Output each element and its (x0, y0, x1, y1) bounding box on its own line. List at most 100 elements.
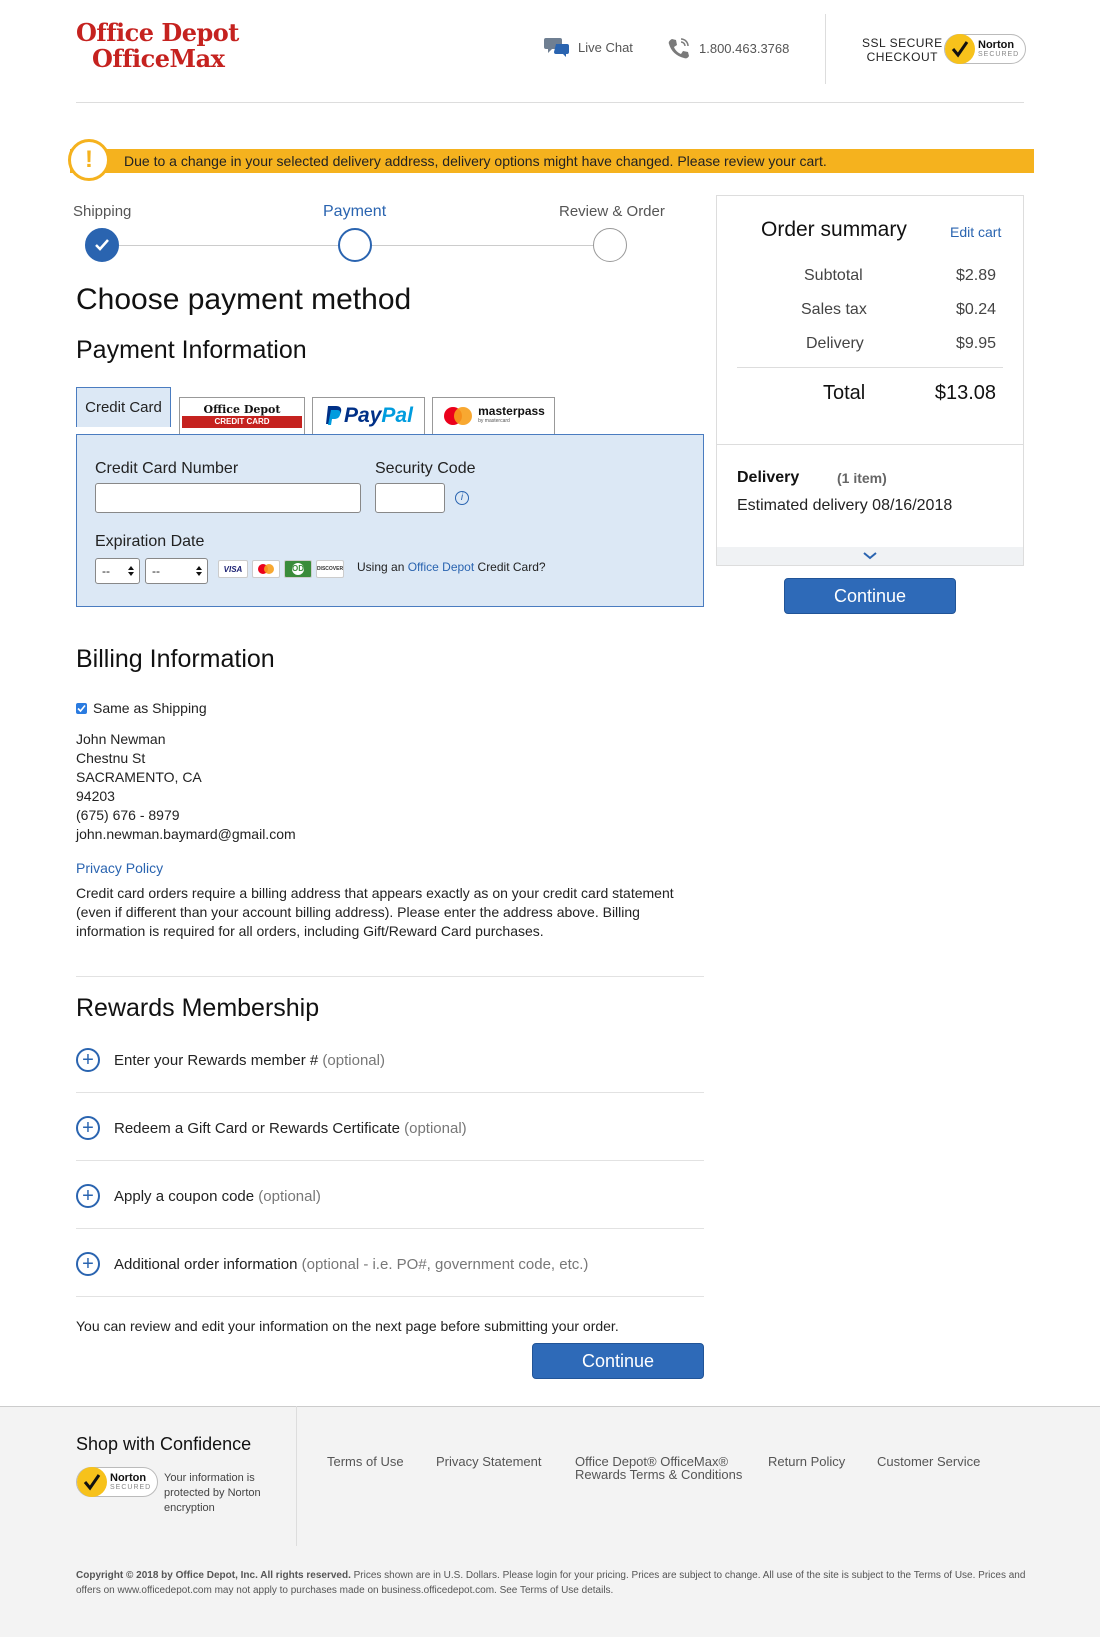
continue-button-top[interactable]: Continue (784, 578, 956, 614)
step-review-label: Review & Order (559, 203, 665, 220)
row-divider (76, 1296, 704, 1297)
same-as-shipping-checkbox[interactable] (76, 702, 87, 714)
review-note: You can review and edit your information… (76, 1318, 619, 1334)
subtotal-label: Subtotal (804, 267, 863, 284)
row-divider (76, 1228, 704, 1229)
od-card-link[interactable]: Office Depot (408, 560, 474, 574)
delivery-item-count: (1 item) (837, 470, 887, 486)
security-code-info-icon[interactable]: i (455, 491, 469, 505)
footer-customer-service-link[interactable]: Customer Service (877, 1455, 980, 1468)
od-card-strip: CREDIT CARD (182, 416, 302, 428)
footer-return-policy-link[interactable]: Return Policy (768, 1455, 845, 1468)
select-arrows-icon (128, 566, 134, 576)
summary-expand[interactable] (717, 547, 1023, 565)
phone-link[interactable]: 1.800.463.3768 (667, 36, 789, 60)
expiration-label: Expiration Date (95, 533, 205, 550)
rewards-divider (76, 976, 704, 977)
card-number-input[interactable] (95, 483, 361, 513)
mastercard-icon (444, 407, 473, 425)
masterpass-text: masterpass (478, 404, 545, 418)
security-code-input[interactable] (375, 483, 445, 513)
same-as-shipping-label: Same as Shipping (93, 700, 207, 716)
norton-name: Norton (110, 1471, 147, 1484)
summary-section-divider (716, 444, 1024, 445)
delivery-value: $9.95 (955, 335, 996, 352)
billing-phone: (675) 676 - 8979 (76, 807, 180, 823)
total-label: Total (823, 382, 866, 404)
footer-terms-link[interactable]: Terms of Use (327, 1455, 404, 1468)
page-title: Choose payment method (76, 283, 412, 316)
discover-icon: DISCOVER (316, 560, 344, 578)
footer-privacy-link[interactable]: Privacy Statement (436, 1455, 542, 1468)
step-shipping-label[interactable]: Shipping (73, 203, 131, 220)
tab-credit-card[interactable]: Credit Card (76, 387, 171, 427)
visa-icon: VISA (218, 560, 248, 578)
expiration-month-value: -- (102, 564, 110, 578)
plus-icon: + (76, 1048, 100, 1072)
tab-office-depot-card[interactable]: Office Depot CREDIT CARD (179, 397, 305, 434)
norton-name: Norton (978, 38, 1015, 51)
step-review-circle (593, 228, 627, 262)
total-value: $13.08 (934, 382, 996, 404)
od-card-question: Using an Office Depot Credit Card? (357, 560, 546, 574)
select-arrows-icon (196, 566, 202, 576)
billing-title: Billing Information (76, 645, 275, 673)
row-divider (76, 1092, 704, 1093)
expiration-year-value: -- (152, 564, 160, 578)
phone-icon (668, 38, 689, 59)
sales-tax-value: $0.24 (955, 301, 996, 318)
continue-button-bottom[interactable]: Continue (532, 1343, 704, 1379)
norton-check-icon (945, 34, 975, 64)
tab-masterpass[interactable]: masterpass by mastercard (432, 397, 555, 434)
rewards-member-row[interactable]: + Enter your Rewards member # (optional) (76, 1048, 385, 1072)
plus-icon: + (76, 1116, 100, 1140)
plus-icon: + (76, 1184, 100, 1208)
estimated-delivery: Estimated delivery 08/16/2018 (737, 497, 953, 514)
norton-badge[interactable]: Norton SECURED (944, 34, 1027, 64)
same-as-shipping[interactable]: Same as Shipping (76, 700, 207, 716)
billing-street: Chestnu St (76, 750, 146, 766)
step-shipping-check-icon[interactable] (85, 228, 119, 262)
header-separator (825, 14, 826, 84)
shop-confidence-title: Shop with Confidence (76, 1434, 252, 1454)
live-chat-link[interactable]: Live Chat (544, 36, 633, 58)
billing-zip: 94203 (76, 788, 115, 804)
billing-address: John Newman Chestnu St SACRAMENTO, CA 94… (76, 730, 296, 844)
footer-rewards-terms-link[interactable]: Office Depot® OfficeMax® Rewards Terms &… (575, 1455, 750, 1481)
copyright-bold: Copyright © 2018 by Office Depot, Inc. A… (76, 1570, 351, 1581)
additional-info-row[interactable]: + Additional order information (optional… (76, 1252, 588, 1276)
footer-norton-badge[interactable]: Norton SECURED (76, 1467, 159, 1497)
billing-name: John Newman (76, 731, 166, 747)
security-code-label: Security Code (375, 460, 476, 477)
paypal-icon (326, 406, 342, 425)
chat-icon (544, 38, 569, 57)
plus-icon: + (76, 1252, 100, 1276)
privacy-policy-link[interactable]: Privacy Policy (76, 860, 163, 876)
expiration-year-select[interactable]: -- (145, 558, 208, 584)
logo-office-depot[interactable]: Office Depot (76, 18, 239, 47)
step-payment-label: Payment (323, 203, 387, 220)
ssl-secure-label: SSL SECURE CHECKOUT (862, 36, 943, 64)
paypal-pay-text: Pay (344, 404, 382, 427)
warning-icon: ! (68, 139, 110, 181)
gift-card-row[interactable]: + Redeem a Gift Card or Rewards Certific… (76, 1116, 467, 1140)
logo-officemax[interactable]: OfficeMax (92, 44, 225, 73)
rewards-title: Rewards Membership (76, 994, 320, 1022)
delivery-label: Delivery (806, 335, 864, 352)
copyright: Copyright © 2018 by Office Depot, Inc. A… (76, 1568, 1026, 1598)
chevron-down-icon (863, 552, 877, 560)
billing-city-state: SACRAMENTO, CA (76, 769, 202, 785)
coupon-code-row[interactable]: + Apply a coupon code (optional) (76, 1184, 321, 1208)
tab-credit-card-label: Credit Card (85, 399, 162, 416)
expiration-month-select[interactable]: -- (95, 558, 140, 584)
footer-separator (296, 1406, 297, 1546)
edit-cart-link[interactable]: Edit cart (950, 224, 1001, 240)
phone-number: 1.800.463.3768 (699, 40, 790, 56)
billing-email: john.newman.baymard@gmail.com (76, 826, 296, 842)
norton-encryption-text: Your information is protected by Norton … (164, 1472, 261, 1514)
tab-paypal[interactable]: Pay Pal (312, 397, 425, 434)
subtotal-value: $2.89 (955, 267, 996, 284)
delivery-alert-text: Due to a change in your selected deliver… (124, 153, 827, 169)
od-card-brand-icon: OD (284, 560, 312, 578)
live-chat-label: Live Chat (578, 39, 633, 55)
